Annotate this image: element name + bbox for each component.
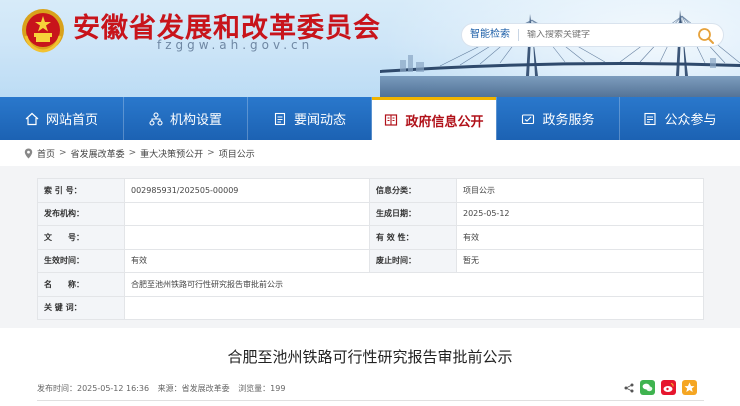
service-icon — [522, 113, 535, 124]
index-no-value: 002985931/202505-00009 — [124, 178, 370, 203]
location-pin-icon — [24, 148, 33, 158]
document-icon — [274, 112, 286, 125]
created-date-label: 生成日期： — [369, 201, 457, 226]
article-meta: 发布时间：2025-05-12 16:36 来源：省发展改革委 浏览量：199 — [37, 383, 291, 394]
article-source: 来源：省发展改革委 — [157, 384, 230, 393]
table-row: 生效时间： 有效 废止时间： 暂无 — [37, 248, 704, 273]
publisher-label: 发布机构： — [37, 201, 125, 226]
search-icon[interactable] — [697, 27, 715, 45]
weibo-icon[interactable] — [661, 380, 676, 395]
breadcrumb-home[interactable]: 首页 — [37, 147, 55, 160]
doc-no-value — [124, 225, 370, 250]
main-nav: 网站首页 机构设置 要闻动态 政府信息公开 政务服务 公众参与 — [0, 97, 740, 140]
home-icon — [25, 112, 39, 125]
info-panel: 索 引 号： 002985931/202505-00009 信息分类： 项目公示… — [0, 166, 740, 328]
effective-time-value: 有效 — [124, 248, 370, 273]
category-value: 项目公示 — [456, 178, 704, 203]
effective-time-label: 生效时间： — [37, 248, 125, 273]
share-bar — [624, 380, 697, 395]
qzone-icon[interactable] — [682, 380, 697, 395]
table-row: 索 引 号： 002985931/202505-00009 信息分类： 项目公示 — [37, 178, 704, 203]
breadcrumb: 首页 > 省发展改革委 > 重大决策预公开 > 项目公示 — [24, 146, 255, 160]
nav-label: 机构设置 — [169, 113, 222, 128]
share-icon[interactable] — [624, 383, 634, 393]
document-info-table: 索 引 号： 002985931/202505-00009 信息分类： 项目公示… — [37, 178, 704, 320]
expire-time-label: 废止时间： — [369, 248, 457, 273]
site-domain: fzggw.ah.gov.cn — [157, 38, 314, 52]
participation-icon — [644, 112, 657, 125]
nav-label: 公众参与 — [664, 113, 717, 128]
wechat-icon[interactable] — [640, 380, 655, 395]
breadcrumb-commission[interactable]: 省发展改革委 — [71, 147, 125, 160]
keywords-value — [124, 295, 704, 320]
table-row: 关 键 词： — [37, 295, 704, 320]
org-chart-icon — [149, 111, 163, 126]
created-date-value: 2025-05-12 — [456, 201, 704, 226]
breadcrumb-separator: > — [59, 148, 67, 158]
nav-organization[interactable]: 机构设置 — [124, 97, 247, 140]
breadcrumb-decision-preview[interactable]: 重大决策预公开 — [140, 147, 203, 160]
index-no-label: 索 引 号： — [37, 178, 125, 203]
bridge-illustration — [380, 10, 740, 97]
table-row: 发布机构： 生成日期： 2025-05-12 — [37, 201, 704, 226]
nav-gov-info-open[interactable]: 政府信息公开 — [372, 97, 496, 140]
search-input[interactable] — [519, 30, 679, 40]
publisher-value — [124, 201, 370, 226]
nav-news[interactable]: 要闻动态 — [248, 97, 371, 140]
category-label: 信息分类： — [369, 178, 457, 203]
breadcrumb-project-notice[interactable]: 项目公示 — [219, 147, 255, 160]
search-box: 智能检索 — [461, 23, 724, 47]
header-banner: 安徽省发展和改革委员会 fzggw.ah.gov.cn 智能检索 — [0, 0, 740, 97]
nav-label: 政府信息公开 — [405, 114, 484, 130]
nav-label: 要闻动态 — [293, 113, 346, 128]
breadcrumb-separator: > — [207, 148, 215, 158]
expire-time-value: 暂无 — [456, 248, 704, 273]
name-value: 合肥至池州铁路可行性研究报告审批前公示 — [124, 272, 704, 297]
nav-label: 网站首页 — [45, 113, 98, 128]
name-label: 名 称： — [37, 272, 125, 297]
nav-label: 政务服务 — [542, 113, 595, 128]
table-row: 名 称： 合肥至池州铁路可行性研究报告审批前公示 — [37, 272, 704, 297]
validity-label: 有 效 性： — [369, 225, 457, 250]
publish-time: 发布时间：2025-05-12 16:36 — [37, 384, 150, 393]
info-open-icon — [385, 114, 398, 126]
view-count: 浏览量：199 — [238, 384, 286, 393]
nav-public-participation[interactable]: 公众参与 — [620, 97, 740, 140]
breadcrumb-separator: > — [128, 148, 137, 158]
doc-no-label: 文 号： — [37, 225, 125, 250]
smart-search-label[interactable]: 智能检索 — [462, 29, 519, 41]
keywords-label: 关 键 词： — [37, 295, 125, 320]
nav-gov-service[interactable]: 政务服务 — [497, 97, 619, 140]
table-row: 文 号： 有 效 性： 有效 — [37, 225, 704, 250]
national-emblem-icon — [22, 9, 64, 53]
content-divider — [37, 400, 704, 401]
validity-value: 有效 — [456, 225, 704, 250]
article-title: 合肥至池州铁路可行性研究报告审批前公示 — [227, 348, 513, 366]
nav-home[interactable]: 网站首页 — [0, 97, 123, 140]
